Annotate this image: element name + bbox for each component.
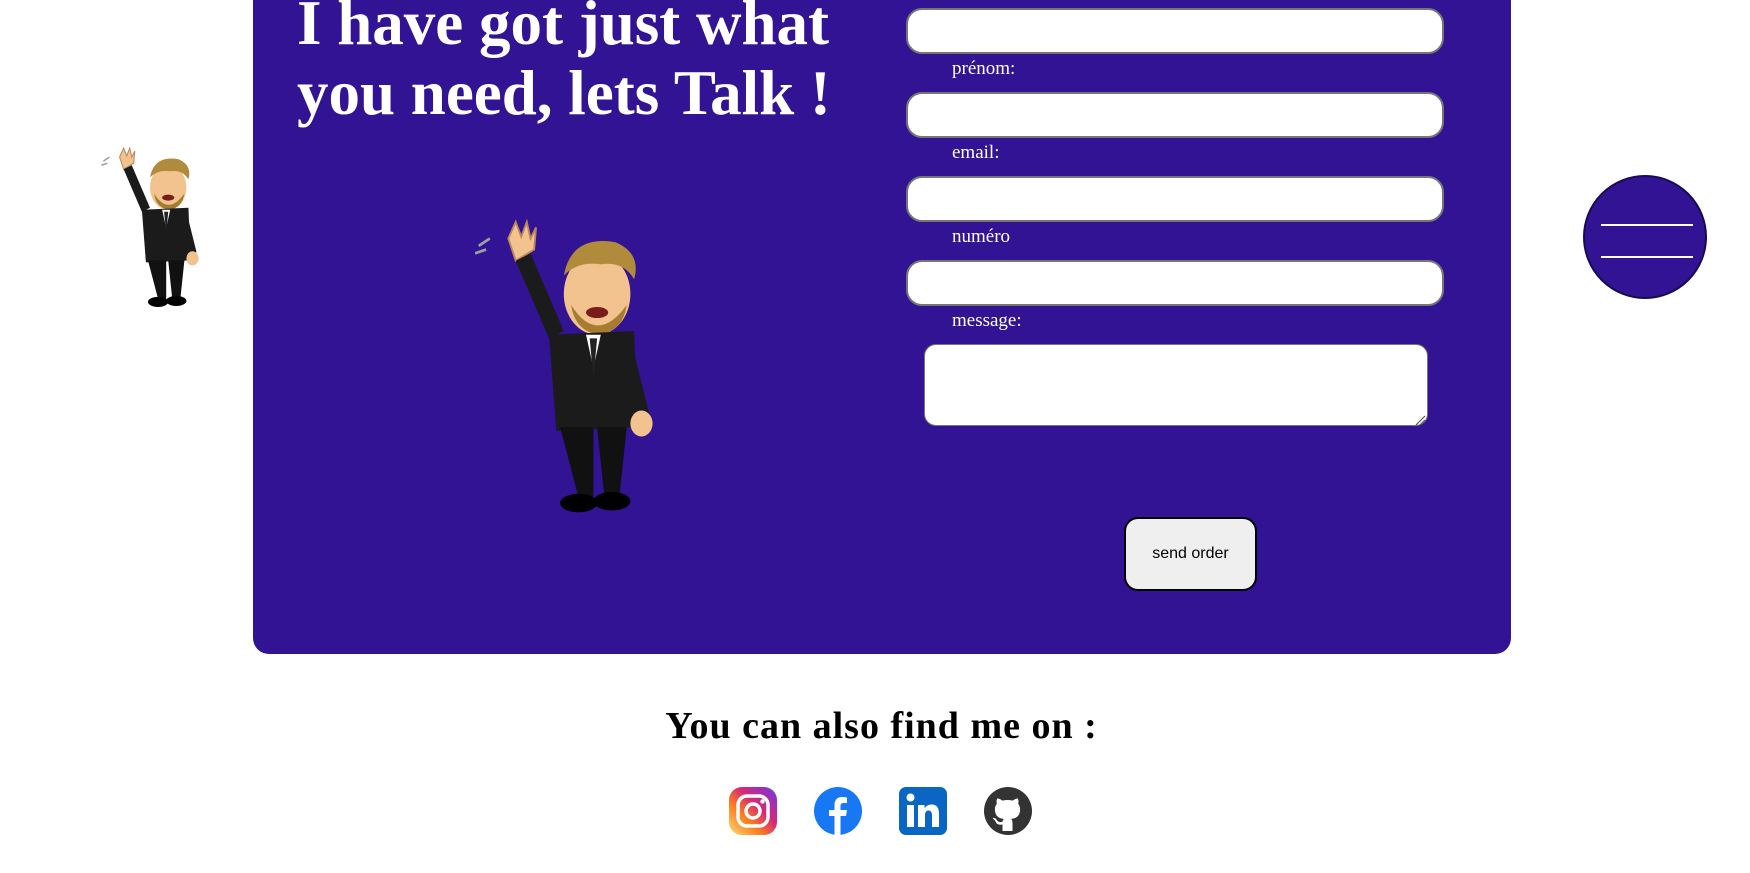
github-icon [984, 787, 1032, 835]
instagram-link[interactable] [728, 786, 778, 836]
menu-button[interactable] [1583, 175, 1707, 299]
message-label: message: [952, 310, 1022, 331]
linkedin-icon [899, 787, 947, 835]
avatar-small-image [101, 147, 199, 307]
menu-line-bottom [1601, 256, 1693, 258]
prenom-label: prénom: [952, 58, 1016, 79]
github-link[interactable] [983, 786, 1033, 836]
contact-headline: I have got just what you need, lets Talk… [297, 0, 831, 128]
email-input[interactable] [906, 176, 1444, 222]
nom-input[interactable] [906, 8, 1444, 54]
send-order-button[interactable]: send order [1124, 517, 1257, 591]
menu-line-top [1601, 224, 1693, 226]
linkedin-link[interactable] [898, 786, 948, 836]
numero-input[interactable] [906, 260, 1444, 306]
prenom-input[interactable] [906, 92, 1444, 138]
avatar-waving-image [475, 218, 653, 513]
facebook-icon [814, 787, 862, 835]
numero-label: numéro [952, 226, 1011, 247]
email-label: email: [952, 142, 1000, 163]
facebook-link[interactable] [813, 786, 863, 836]
resize-grip-icon[interactable] [1414, 414, 1426, 426]
find-me-heading: You can also find me on : [665, 705, 1098, 747]
message-textarea[interactable] [924, 344, 1428, 426]
instagram-icon [729, 787, 777, 835]
